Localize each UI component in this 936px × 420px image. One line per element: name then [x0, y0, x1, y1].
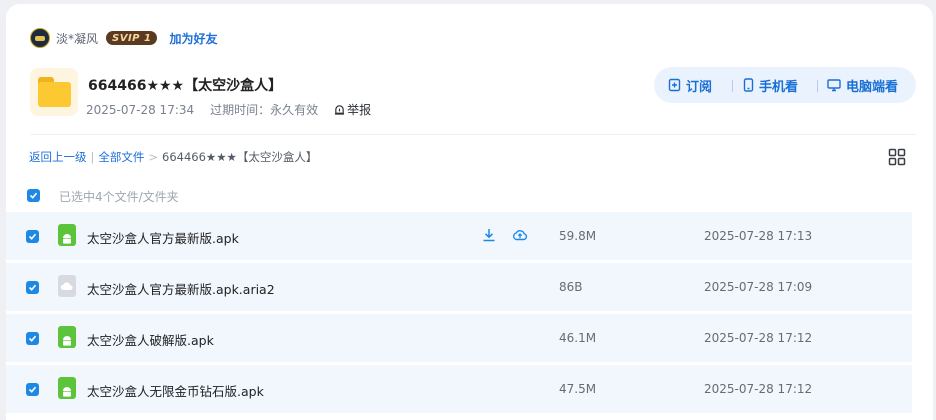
file-row[interactable]: 太空沙盒人官方最新版.apk 59.8M 2025-07-28 17:13 [6, 212, 912, 260]
download-icon[interactable] [481, 227, 497, 243]
file-size: 46.1M [559, 331, 597, 345]
row-checkbox[interactable] [26, 383, 39, 396]
user-info: 淡*凝风 SVIP 1 加为好友 [30, 27, 217, 49]
file-date: 2025-07-28 17:09 [704, 280, 813, 294]
apk-icon [58, 224, 76, 246]
save-to-cloud-icon[interactable] [512, 227, 528, 243]
share-card: 淡*凝风 SVIP 1 加为好友 664466★★★【太空沙盒人】 2025-0… [6, 4, 933, 420]
report-icon [335, 105, 345, 115]
breadcrumb: 返回上一级 | 全部文件 > 664466★★★【太空沙盒人】 [29, 149, 317, 165]
grid-view-icon[interactable] [888, 148, 906, 166]
file-size: 47.5M [559, 382, 597, 396]
username[interactable]: 淡*凝风 [56, 30, 98, 47]
breadcrumb-separator: | [90, 150, 95, 164]
add-friend-link[interactable]: 加为好友 [169, 30, 217, 47]
apk-icon [58, 377, 76, 399]
file-size: 86B [559, 280, 583, 294]
breadcrumb-current: 664466★★★【太空沙盒人】 [162, 150, 318, 164]
check-icon [28, 284, 37, 291]
desktop-view-button[interactable]: 电脑端看 [827, 76, 898, 95]
separator [732, 80, 733, 92]
file-name[interactable]: 太空沙盒人官方最新版.apk.aria2 [87, 279, 275, 298]
subscribe-label: 订阅 [686, 79, 713, 95]
row-checkbox[interactable] [26, 230, 39, 243]
mobile-view-button[interactable]: 手机看 [743, 76, 798, 95]
cloud-file-icon [58, 275, 76, 297]
file-size: 59.8M [559, 229, 597, 243]
check-icon [28, 386, 37, 393]
subscribe-button[interactable]: 订阅 [668, 76, 712, 95]
selection-count: 已选中4个文件/文件夹 [59, 190, 179, 204]
select-all-checkbox[interactable] [27, 189, 40, 202]
row-checkbox[interactable] [26, 332, 39, 345]
breadcrumb-back[interactable]: 返回上一级 [29, 149, 87, 165]
file-name[interactable]: 太空沙盒人破解版.apk [87, 330, 214, 349]
report-label: 举报 [347, 103, 372, 117]
divider [30, 134, 916, 135]
phone-icon [743, 78, 754, 92]
monitor-icon [827, 79, 841, 92]
check-icon [29, 192, 38, 199]
check-icon [28, 335, 37, 342]
file-row[interactable]: 太空沙盒人破解版.apk 46.1M 2025-07-28 17:12 [6, 314, 912, 362]
avatar[interactable] [30, 28, 50, 48]
file-row[interactable]: 太空沙盒人官方最新版.apk.aria2 86B 2025-07-28 17:0… [6, 263, 912, 311]
share-title: 664466★★★【太空沙盒人】 [88, 78, 283, 94]
folder-icon [30, 68, 78, 116]
subscribe-icon [668, 78, 681, 92]
breadcrumb-separator: > [148, 150, 159, 164]
file-name[interactable]: 太空沙盒人官方最新版.apk [87, 228, 239, 247]
row-checkbox[interactable] [26, 281, 39, 294]
share-expiry: 过期时间：永久有效 [210, 103, 319, 117]
share-date: 2025-07-28 17:34 [86, 102, 195, 117]
action-bar: 订阅 手机看 电脑端看 [654, 67, 916, 103]
file-name[interactable]: 太空沙盒人无限金币钻石版.apk [87, 381, 264, 400]
breadcrumb-all-files[interactable]: 全部文件 [98, 149, 144, 165]
separator [817, 80, 818, 92]
apk-icon [58, 326, 76, 348]
file-date: 2025-07-28 17:12 [704, 382, 813, 396]
desktop-view-label: 电脑端看 [846, 79, 899, 95]
file-date: 2025-07-28 17:12 [704, 331, 813, 345]
share-meta: 2025-07-28 17:34 过期时间：永久有效 举报 [86, 101, 371, 118]
file-date: 2025-07-28 17:13 [704, 229, 813, 243]
mobile-view-label: 手机看 [759, 79, 799, 95]
report-button[interactable]: 举报 [334, 101, 371, 118]
check-icon [28, 233, 37, 240]
svip-badge: SVIP 1 [106, 31, 158, 45]
file-row[interactable]: 太空沙盒人无限金币钻石版.apk 47.5M 2025-07-28 17:12 [6, 365, 912, 413]
